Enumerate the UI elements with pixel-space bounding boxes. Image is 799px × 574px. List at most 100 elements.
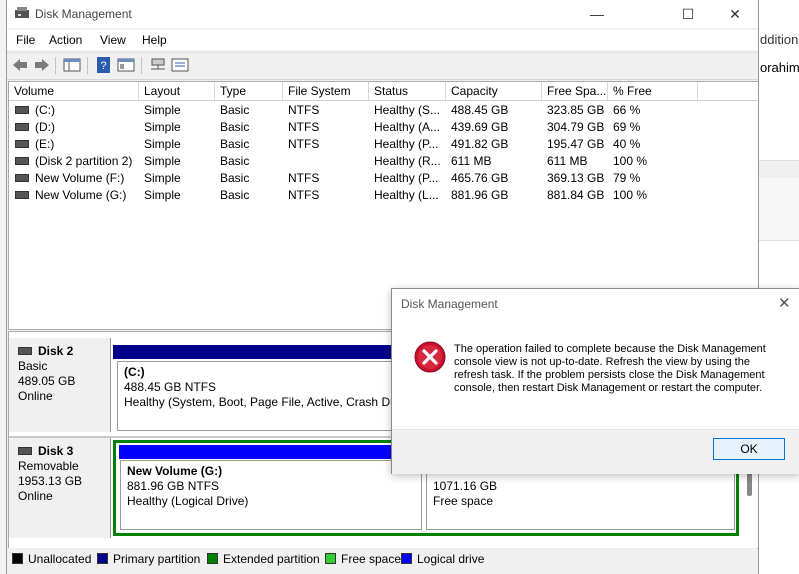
menu-file[interactable]: File — [16, 33, 35, 47]
volume-name: (D:) — [35, 120, 55, 134]
legend-swatch-free — [325, 553, 336, 564]
table-cell: Healthy (R... — [374, 154, 441, 168]
partition-status: Healthy (System, Boot, Page File, Active… — [124, 395, 403, 409]
properties-icon[interactable] — [117, 57, 135, 73]
table-row[interactable]: (Disk 2 partition 2) Simple Basic Healthy (… — [9, 153, 758, 170]
title-bar[interactable]: Disk Management — ☐ ✕ — [7, 0, 758, 28]
table-cell: Healthy (P... — [374, 137, 439, 151]
background-window-right: dditional orahim@ — [757, 0, 799, 574]
vertical-scrollbar-thumb[interactable] — [747, 472, 752, 496]
menu-help[interactable]: Help — [142, 33, 167, 47]
table-cell: 195.47 GB — [547, 137, 605, 151]
table-row[interactable]: (E:) Simple Basic NTFS Healthy (P... 491.82 G… — [9, 136, 758, 153]
volume-name: New Volume (F:) — [35, 171, 125, 185]
drive-icon — [15, 139, 29, 148]
dialog-footer: OK — [392, 429, 799, 474]
toolbar: ? — [7, 52, 758, 80]
minimize-button[interactable]: — — [574, 4, 620, 24]
disk-type: Removable — [18, 459, 79, 473]
table-cell: Healthy (P... — [374, 171, 439, 185]
partition-status: Healthy (Logical Drive) — [127, 494, 249, 508]
disk-icon — [18, 446, 32, 455]
legend-extended-partition: Extended partition — [223, 552, 320, 566]
table-cell: 491.82 GB — [451, 137, 509, 151]
maximize-button[interactable]: ☐ — [665, 4, 711, 24]
partition-name: (C:) — [124, 365, 145, 379]
volume-cell: New Volume (F:) — [15, 170, 124, 187]
legend-swatch-extended — [207, 553, 218, 564]
column-header-layout[interactable]: Layout — [139, 82, 215, 100]
toolbar-separator — [55, 57, 56, 74]
connect-icon[interactable] — [149, 57, 167, 73]
table-row[interactable]: New Volume (F:) Simple Basic NTFS Healthy (P… — [9, 170, 758, 187]
column-header-volume[interactable]: Volume — [9, 82, 139, 100]
disk-3-label[interactable]: Disk 3 Removable 1953.13 GB Online — [9, 438, 111, 538]
table-cell: NTFS — [288, 171, 320, 185]
column-header-status[interactable]: Status — [369, 82, 446, 100]
table-cell: NTFS — [288, 103, 320, 117]
disk-state: Online — [18, 489, 53, 503]
disk-icon — [18, 346, 32, 355]
menu-action[interactable]: Action — [49, 33, 82, 47]
partition-size: 881.96 GB NTFS — [127, 479, 220, 493]
dialog-title: Disk Management — [401, 297, 498, 311]
background-band — [758, 178, 799, 241]
column-header-type[interactable]: Type — [215, 82, 283, 100]
table-cell: 611 MB — [547, 154, 588, 168]
partition-name: New Volume (G:) — [127, 464, 223, 478]
dialog-message: The operation failed to complete because… — [454, 343, 766, 394]
table-cell: Simple — [144, 188, 181, 202]
table-row[interactable]: (D:) Simple Basic NTFS Healthy (A... 439.69 G… — [9, 119, 758, 136]
ok-button[interactable]: OK — [713, 438, 785, 460]
partition-g[interactable]: New Volume (G:) 881.96 GB NTFS Healthy (… — [120, 460, 422, 530]
close-button[interactable]: ✕ — [712, 4, 758, 24]
drive-icon — [15, 173, 29, 182]
column-header-capacity[interactable]: Capacity — [446, 82, 542, 100]
legend-swatch-unallocated — [12, 553, 23, 564]
legend-logical-drive: Logical drive — [417, 552, 485, 566]
back-arrow-icon[interactable] — [11, 57, 29, 73]
legend-unallocated: Unallocated — [28, 552, 92, 566]
column-header-free-space[interactable]: Free Spa... — [542, 82, 608, 100]
free-space-size: 1071.16 GB — [433, 479, 498, 493]
disk-type: Basic — [18, 359, 48, 373]
table-cell: Basic — [220, 171, 250, 185]
table-cell: Simple — [144, 171, 181, 185]
table-cell: Healthy (S... — [374, 103, 441, 117]
dialog-close-button[interactable]: ✕ — [778, 294, 791, 312]
legend-free-space: Free space — [341, 552, 402, 566]
toolbar-separator — [141, 57, 142, 74]
disk-name: Disk 2 — [38, 344, 74, 358]
logical-drive-bar — [119, 445, 404, 459]
partition-c[interactable]: (C:) 488.45 GB NTFS Healthy (System, Boo… — [117, 361, 403, 431]
menu-view[interactable]: View — [100, 33, 126, 47]
show-hide-console-tree-icon[interactable] — [63, 57, 81, 73]
partition-size: 488.45 GB NTFS — [124, 380, 217, 394]
volume-cell: (E:) — [15, 136, 54, 153]
forward-arrow-icon[interactable] — [33, 57, 51, 73]
column-header-file-system[interactable]: File System — [283, 82, 369, 100]
table-cell: 881.84 GB — [547, 188, 605, 202]
table-cell: 323.85 GB — [547, 103, 605, 117]
window-title: Disk Management — [35, 7, 132, 21]
table-row[interactable]: (C:) Simple Basic NTFS Healthy (S... 488.45 G… — [9, 102, 758, 119]
volume-name: (Disk 2 partition 2) — [35, 154, 133, 168]
table-cell: 100 % — [613, 154, 648, 168]
table-cell: Basic — [220, 154, 250, 168]
volume-name: New Volume (G:) — [35, 188, 127, 202]
volume-cell: (C:) — [15, 102, 55, 119]
help-icon[interactable]: ? — [95, 57, 113, 73]
table-row[interactable]: New Volume (G:) Simple Basic NTFS Healthy (L… — [9, 187, 758, 204]
background-text: orahim@ — [760, 60, 799, 75]
background-text: dditional — [760, 32, 799, 47]
table-cell: Simple — [144, 154, 181, 168]
drive-icon — [15, 105, 29, 114]
settings-list-icon[interactable] — [171, 57, 189, 73]
table-cell: Healthy (L... — [374, 188, 439, 202]
legend-swatch-logical — [401, 553, 412, 564]
disk-2-label[interactable]: Disk 2 Basic 489.05 GB Online — [9, 338, 111, 432]
table-cell: Basic — [220, 188, 250, 202]
table-cell: Basic — [220, 137, 250, 151]
column-header-percent-free[interactable]: % Free — [608, 82, 698, 100]
volume-name: (C:) — [35, 103, 55, 117]
